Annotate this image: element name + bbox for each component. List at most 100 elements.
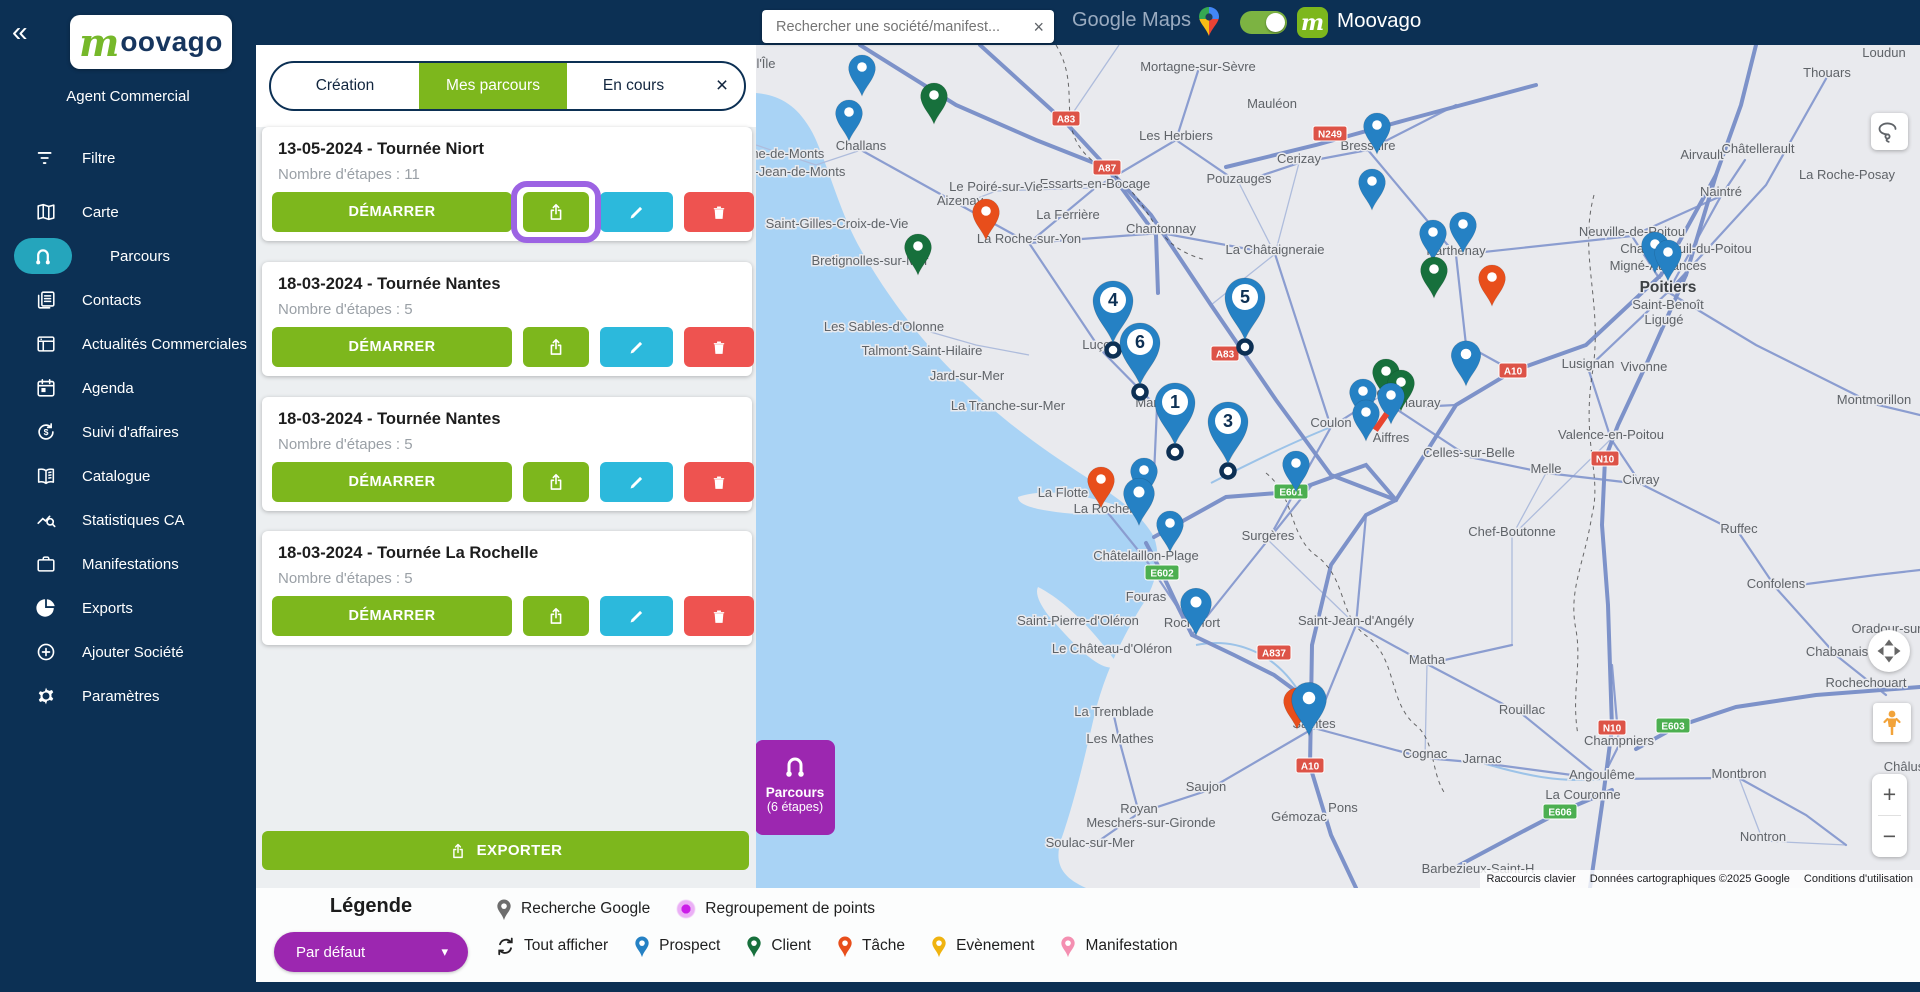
map-label: Chantonnay [1126, 221, 1197, 236]
start-route-button[interactable]: DÉMARRER [272, 462, 512, 502]
terms-link[interactable]: Conditions d'utilisation [1797, 870, 1920, 888]
sidebar-item-label: Actualités Commerciales [82, 336, 247, 353]
share-icon [546, 336, 566, 358]
zoom-in-button[interactable]: + [1872, 774, 1907, 815]
keyboard-shortcuts-link[interactable]: Raccourcis clavier [1480, 870, 1583, 888]
share-route-button[interactable] [523, 192, 589, 232]
collapse-sidebar-icon[interactable]: « [12, 16, 28, 48]
map-label: Pons [1328, 800, 1358, 815]
sidebar-item-suivi-affaires[interactable]: $ Suivi d'affaires [0, 410, 256, 454]
add-circle-icon [34, 640, 58, 664]
map-pin-prospect[interactable] [1157, 511, 1184, 552]
route-title: 18-03-2024 - Tournée Nantes [278, 275, 736, 294]
start-route-button[interactable]: DÉMARRER [272, 327, 512, 367]
sidebar-item-label: Contacts [82, 292, 141, 309]
legend-filter-dropdown[interactable]: Par défaut ▾ [274, 932, 468, 972]
sidebar-item-label: Statistiques CA [82, 512, 185, 529]
route-stop-pin-3[interactable]: 3 [1208, 402, 1248, 464]
edit-route-button[interactable] [600, 462, 673, 502]
map-label: Coulon [1310, 415, 1351, 430]
route-stop-pin-1[interactable]: 1 [1155, 383, 1195, 445]
search-clear-icon[interactable]: × [1033, 18, 1044, 36]
map-pin-client[interactable] [1421, 257, 1448, 298]
search-input[interactable] [776, 19, 1027, 35]
map-label: La Flotte [1038, 485, 1089, 500]
export-label: EXPORTER [477, 842, 563, 859]
edit-route-button[interactable] [600, 596, 673, 636]
legend-item-prospect: Prospect [634, 935, 720, 958]
sidebar-item-label: Filtre [82, 150, 115, 167]
svg-text:E601: E601 [1279, 488, 1303, 499]
tab-creation[interactable]: Création [271, 63, 419, 109]
map-pin-prospect[interactable] [836, 100, 863, 141]
legend-filter-value: Par défaut [296, 944, 365, 961]
cluster-icon [676, 899, 696, 919]
legend-title: Légende [296, 895, 446, 918]
map-label: Airvault [1680, 147, 1724, 162]
sidebar: « moovago Agent Commercial Filtre Carte … [0, 0, 256, 992]
sidebar-item-ajouter-societe[interactable]: Ajouter Société [0, 630, 256, 674]
share-route-button[interactable] [523, 596, 589, 636]
map-canvas[interactable]: l'ÎleMortagne-sur-SèvreLoudunThouarsMaul… [756, 45, 1920, 888]
tab-en-cours[interactable]: En cours [567, 63, 700, 109]
map-label: Chef-Boutonne [1468, 524, 1555, 539]
sidebar-item-label: Ajouter Société [82, 644, 184, 661]
start-route-button[interactable]: DÉMARRER [272, 596, 512, 636]
legend-item-tout-afficher[interactable]: Tout afficher [496, 937, 608, 956]
sidebar-item-catalogue[interactable]: Catalogue [0, 454, 256, 498]
map-pin-prospect[interactable] [1451, 341, 1480, 386]
map-pin-client[interactable] [905, 234, 932, 275]
map-pin-tache[interactable] [1479, 265, 1506, 306]
sidebar-item-carte[interactable]: Carte [0, 190, 256, 234]
delete-route-button[interactable] [684, 192, 754, 232]
sidebar-item-label: Exports [82, 600, 133, 617]
sidebar-item-filtre[interactable]: Filtre [0, 136, 256, 180]
start-route-button[interactable]: DÉMARRER [272, 192, 512, 232]
map-label: Civray [1623, 472, 1660, 487]
pin-icon [634, 935, 650, 958]
google-maps-pin-icon [1198, 7, 1220, 42]
legend-row-1: Recherche Google Regroupement de points [496, 890, 901, 928]
sidebar-item-actualites[interactable]: Actualités Commerciales [0, 322, 256, 366]
map-label: La Roche-Posay [1799, 167, 1896, 182]
sidebar-item-contacts[interactable]: Contacts [0, 278, 256, 322]
pegman-streetview-button[interactable] [1873, 703, 1911, 742]
share-button-wrap [523, 192, 589, 232]
svg-text:N249: N249 [1318, 130, 1342, 141]
sidebar-item-exports[interactable]: Exports [0, 586, 256, 630]
map-pin-prospect[interactable] [849, 55, 876, 96]
svg-text:5: 5 [1240, 287, 1250, 307]
map-pin-prospect[interactable] [1359, 169, 1386, 210]
edit-route-button[interactable] [600, 192, 673, 232]
svg-text:N10: N10 [1603, 724, 1622, 735]
share-route-button[interactable] [523, 462, 589, 502]
delete-route-button[interactable] [684, 596, 754, 636]
sidebar-item-manifestations[interactable]: Manifestations [0, 542, 256, 586]
close-panel-icon[interactable]: × [700, 63, 744, 109]
delete-route-button[interactable] [684, 462, 754, 502]
zoom-out-button[interactable]: − [1872, 816, 1907, 857]
map-pin-client[interactable] [921, 83, 948, 124]
map-label: La Châtaigneraie [1225, 242, 1324, 257]
lasso-select-button[interactable] [1871, 113, 1908, 150]
pan-control-button[interactable] [1868, 630, 1910, 672]
svg-text:1: 1 [1170, 392, 1180, 412]
lasso-icon [1878, 120, 1902, 144]
route-stop-base [1107, 344, 1120, 357]
maps-toggle[interactable] [1240, 11, 1287, 34]
sidebar-item-parametres[interactable]: Paramètres [0, 674, 256, 718]
delete-route-button[interactable] [684, 327, 754, 367]
map-label: Les Sables-d'Olonne [824, 319, 944, 334]
legend-label: Tout afficher [524, 937, 608, 955]
sidebar-item-agenda[interactable]: Agenda [0, 366, 256, 410]
sidebar-item-label: Carte [82, 204, 119, 221]
export-button[interactable]: EXPORTER [262, 831, 749, 870]
share-route-button[interactable] [523, 327, 589, 367]
route-steps-count: Nombre d'étapes : 5 [278, 301, 736, 318]
sidebar-item-parcours[interactable]: Parcours [0, 234, 256, 278]
edit-route-button[interactable] [600, 327, 673, 367]
sidebar-item-statistiques[interactable]: Statistiques CA [0, 498, 256, 542]
tab-mes-parcours[interactable]: Mes parcours [419, 63, 567, 109]
parcours-badge[interactable]: Parcours (6 étapes) [756, 740, 835, 835]
map-label: Challans [836, 138, 887, 153]
